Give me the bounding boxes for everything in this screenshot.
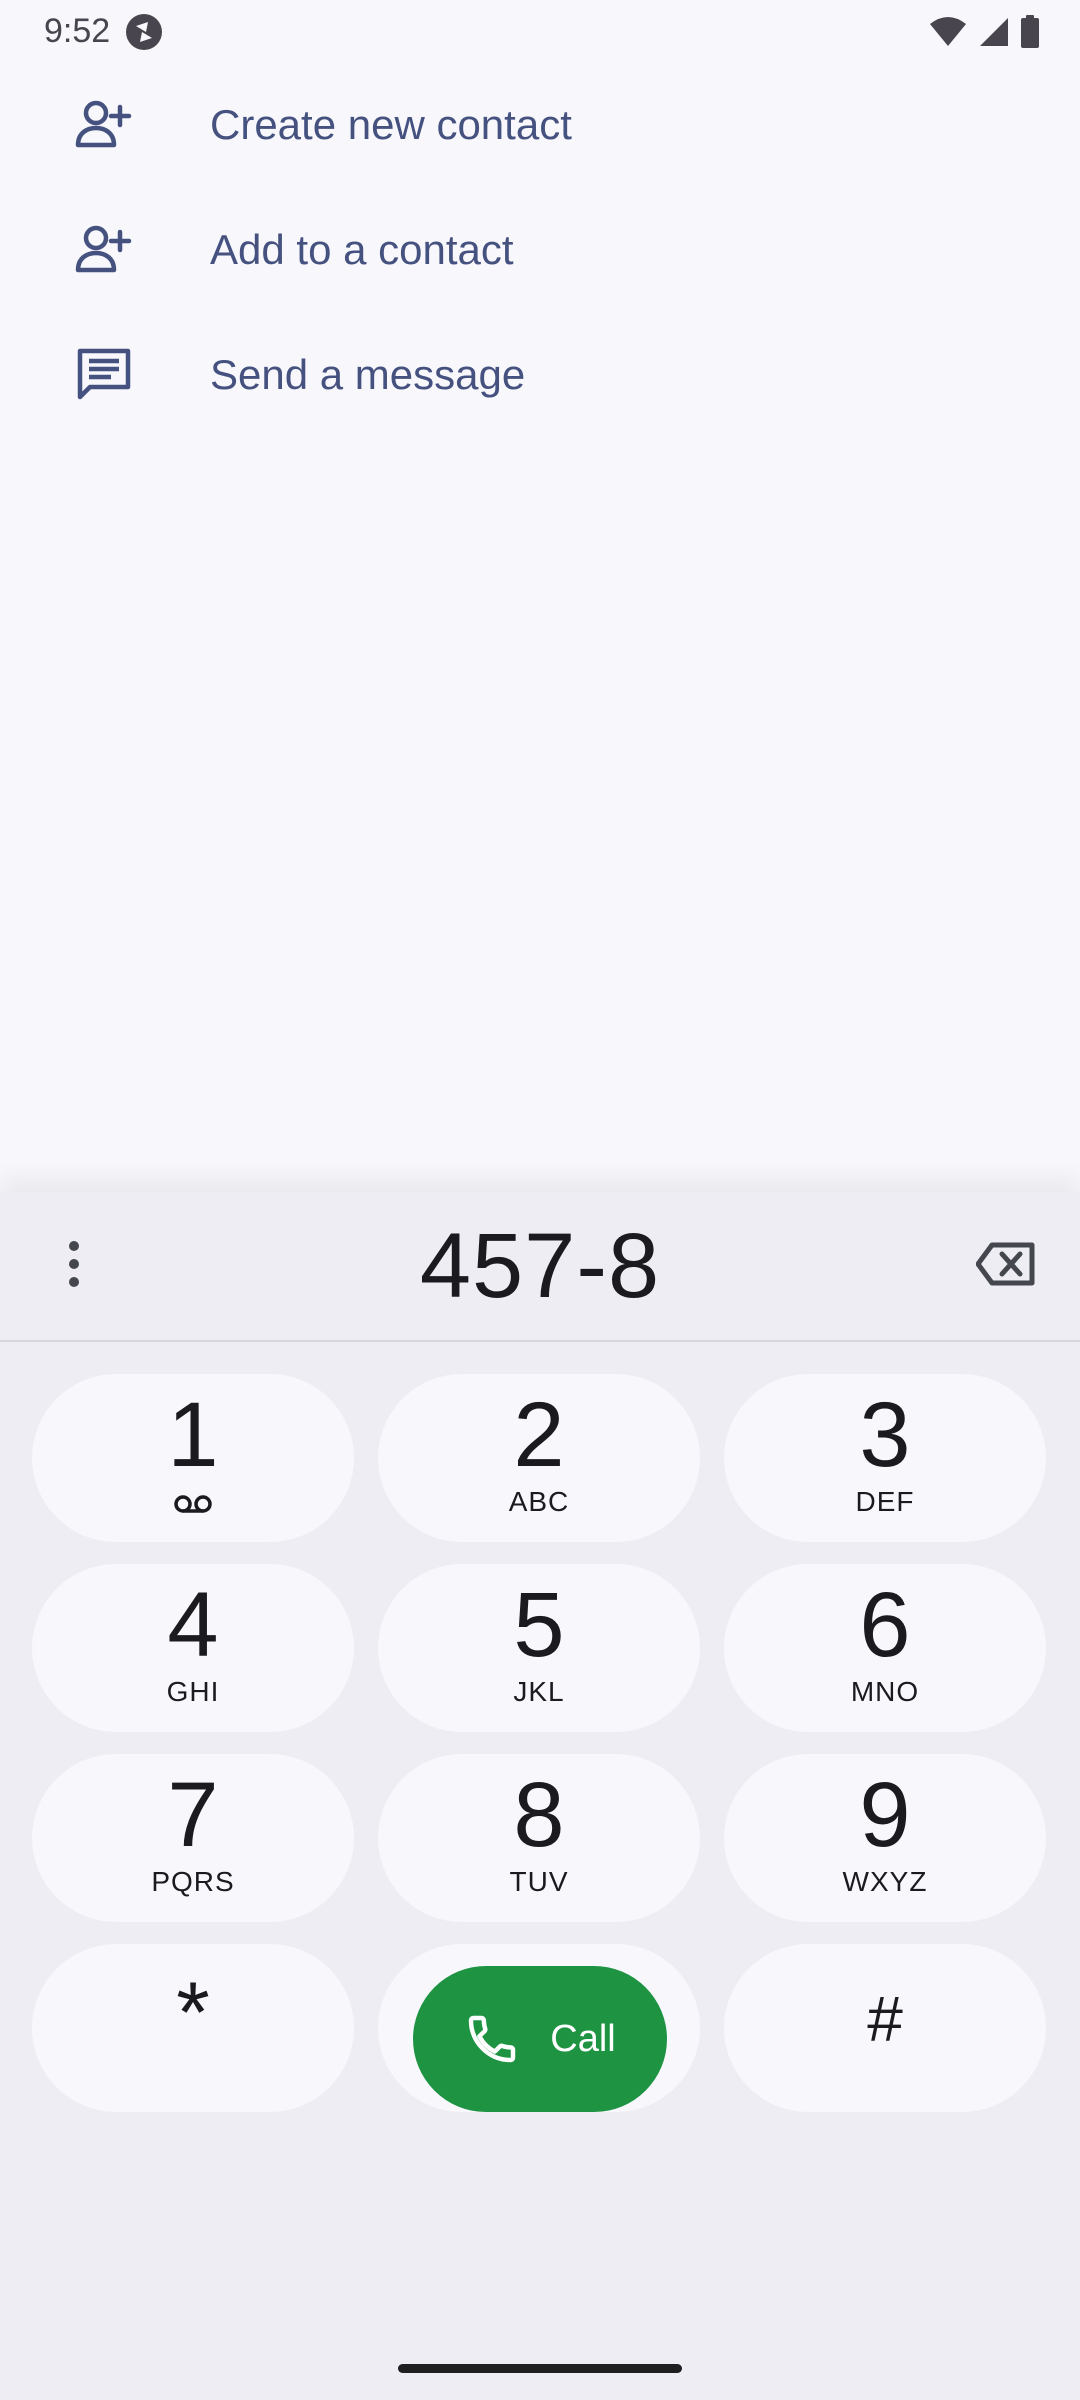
add-to-contact-item[interactable]: Add to a contact — [0, 187, 1080, 312]
key-8[interactable]: 8 TUV — [378, 1754, 700, 1922]
digits-row: 457-8 — [0, 1192, 1080, 1342]
create-new-contact-item[interactable]: Create new contact — [0, 62, 1080, 187]
call-label: Call — [550, 2017, 616, 2060]
key-digit: 8 — [513, 1764, 565, 1866]
more-options-button[interactable] — [44, 1230, 104, 1302]
key-digit: 7 — [167, 1764, 219, 1866]
key-letters: ABC — [508, 1486, 570, 1517]
key-digit: # — [867, 1983, 903, 2055]
suggestion-label: Create new contact — [210, 100, 572, 148]
key-digit: 4 — [167, 1574, 219, 1676]
status-time: 9:52 — [44, 12, 111, 50]
navigation-handle[interactable] — [398, 2364, 682, 2373]
person-add-icon — [72, 93, 136, 157]
dialed-number: 457-8 — [419, 1215, 661, 1317]
more-vert-icon — [68, 1240, 80, 1293]
key-5[interactable]: 5 JKL — [378, 1564, 700, 1732]
key-letters: PQRS — [151, 1866, 235, 1897]
backspace-icon — [975, 1242, 1036, 1291]
battery-icon — [1020, 15, 1040, 49]
key-6[interactable]: 6 MNO — [724, 1564, 1046, 1732]
send-message-item[interactable]: Send a message — [0, 312, 1080, 437]
key-digit: 6 — [859, 1574, 911, 1676]
key-1[interactable]: 1 — [32, 1374, 354, 1542]
voicemail-icon — [173, 1494, 213, 1514]
key-4[interactable]: 4 GHI — [32, 1564, 354, 1732]
status-icons — [928, 14, 1040, 50]
phone-icon — [464, 2011, 520, 2067]
key-letters: TUV — [509, 1866, 569, 1897]
app-notification-icon — [124, 12, 164, 52]
key-digit: 3 — [859, 1384, 911, 1486]
key-digit: 9 — [859, 1764, 911, 1866]
key-star[interactable]: * — [32, 1944, 354, 2112]
key-9[interactable]: 9 WXYZ — [724, 1754, 1046, 1922]
key-digit: 2 — [513, 1384, 565, 1486]
key-letters: GHI — [166, 1676, 220, 1707]
key-digit: * — [176, 1965, 210, 2061]
key-letters: DEF — [855, 1486, 915, 1517]
key-digit: 5 — [513, 1574, 565, 1676]
key-7[interactable]: 7 PQRS — [32, 1754, 354, 1922]
status-bar: 9:52 — [0, 0, 1080, 62]
wifi-icon — [928, 16, 968, 48]
suggestion-label: Send a message — [210, 350, 526, 398]
suggestion-label: Add to a contact — [210, 225, 514, 273]
key-letters: JKL — [513, 1676, 565, 1707]
key-3[interactable]: 3 DEF — [724, 1374, 1046, 1542]
key-2[interactable]: 2 ABC — [378, 1374, 700, 1542]
cell-signal-icon — [978, 16, 1010, 48]
key-digit: 1 — [167, 1384, 219, 1486]
suggestion-list: Create new contact Add to a contact Send… — [0, 62, 1080, 437]
key-letters: WXYZ — [842, 1866, 928, 1897]
key-hash[interactable]: # — [724, 1944, 1046, 2112]
backspace-button[interactable] — [968, 1234, 1044, 1298]
call-button[interactable]: Call — [413, 1966, 667, 2112]
message-icon — [72, 343, 136, 407]
person-add-icon — [72, 218, 136, 282]
key-letters: MNO — [850, 1676, 920, 1707]
